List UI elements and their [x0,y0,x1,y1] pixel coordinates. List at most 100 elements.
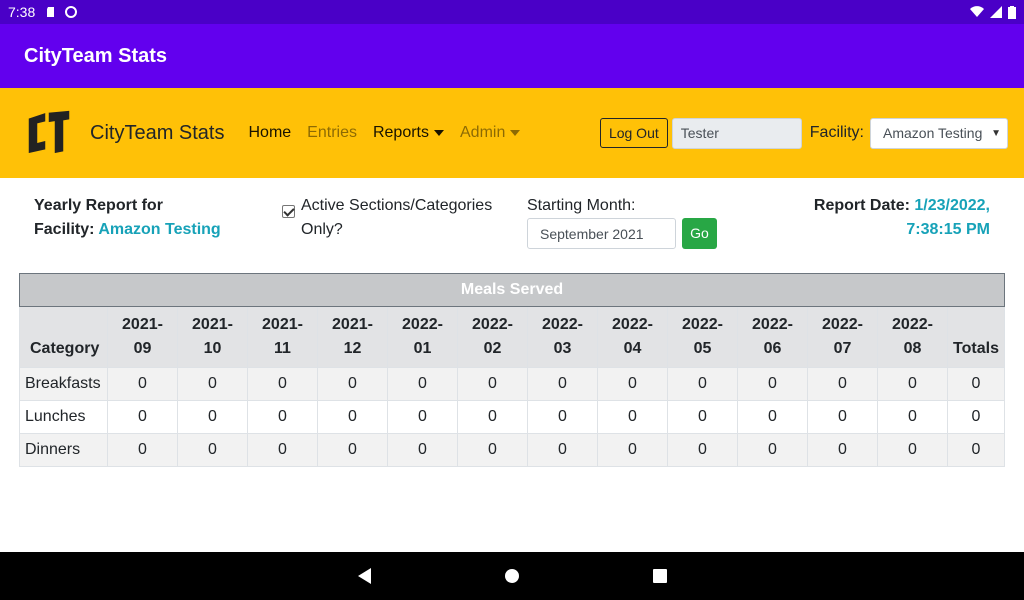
value-cell: 0 [667,367,738,401]
total-cell: 0 [947,433,1005,467]
value-cell: 0 [247,367,318,401]
active-only-checkbox[interactable] [282,205,295,218]
facility-label: Facility: [809,124,864,141]
active-only-label-line1: Active Sections/Categories [301,197,493,214]
value-cell: 0 [387,400,458,434]
back-icon[interactable] [357,568,371,584]
value-cell: 0 [317,400,388,434]
value-cell: 0 [527,433,598,467]
value-cell: 0 [387,367,458,401]
value-cell: 0 [877,400,948,434]
value-cell: 0 [667,433,738,467]
nav-entries-label: Entries [307,124,357,141]
caret-down-icon [510,130,521,136]
report-info: Yearly Report for Facility: Amazon Testi… [0,194,1024,264]
report-date-value: 1/23/2022, [914,197,990,214]
app-title: CityTeam Stats [24,44,168,67]
report-facility-label: Facility: [34,221,95,238]
value-cell: 0 [107,400,178,434]
home-icon[interactable] [504,569,519,583]
report-date-label: Report Date: [813,197,910,214]
value-cell: 0 [457,433,528,467]
value-cell: 0 [177,367,248,401]
value-cell: 0 [597,400,668,434]
value-cell: 0 [107,367,178,401]
value-cell: 0 [247,400,318,434]
report-date: Report Date: 1/23/2022, 7:38:15 PM [814,194,990,242]
value-cell: 0 [527,367,598,401]
report-title-line1: Yearly Report for [34,197,163,214]
nav-entries[interactable]: Entries [307,124,357,142]
sd-card-icon [47,7,55,17]
status-bar: 7:38 [0,0,1024,24]
table-row: Lunches 0 0 0 0 0 0 0 0 0 0 0 0 0 [19,400,1005,434]
month-header: 2022- 02 [457,306,528,368]
month-header: 2022- 01 [387,306,458,368]
value-cell: 0 [457,400,528,434]
nav-home[interactable]: Home [248,124,291,142]
starting-month-group: Starting Month: September 2021 Go [527,194,717,249]
site-navbar: CityTeam Stats Home Entries Reports Admi… [0,88,1024,178]
facility-select-value: Amazon Testing [883,124,983,141]
cityteam-logo[interactable] [24,108,74,158]
value-cell: 0 [807,400,878,434]
battery-icon [1008,5,1016,19]
value-cell: 0 [177,400,248,434]
sync-icon [65,6,78,18]
value-cell: 0 [877,367,948,401]
starting-month-label: Starting Month: [527,197,636,214]
month-header: 2021- 10 [177,306,248,368]
signal-icon [990,6,1002,18]
system-nav-bar [0,552,1024,600]
total-cell: 0 [947,400,1005,434]
go-button[interactable]: Go [682,218,717,249]
recents-icon[interactable] [652,569,667,583]
facility-select[interactable]: Amazon Testing ▼ [870,117,1008,149]
totals-header: Totals [947,306,1005,368]
value-cell: 0 [597,433,668,467]
table-caption: Meals Served [19,273,1005,307]
value-cell: 0 [807,367,878,401]
wifi-icon [970,6,984,18]
month-header: 2022- 05 [667,306,738,368]
category-cell: Dinners [19,433,108,467]
nav-home-label: Home [248,124,292,141]
value-cell: 0 [387,433,458,467]
category-header: Category [19,306,108,368]
month-header: 2022- 04 [597,306,668,368]
nav-reports-label: Reports [372,124,429,141]
active-only-label-line2: Only? [301,221,343,238]
nav-admin-dropdown[interactable]: Admin [460,124,521,142]
value-cell: 0 [877,433,948,467]
report-title: Yearly Report for Facility: Amazon Testi… [34,194,221,242]
brand-name[interactable]: CityTeam Stats [90,122,224,145]
logout-button[interactable]: Log Out [599,118,668,148]
month-header: 2021- 11 [247,306,318,368]
report-time-value: 7:38:15 PM [906,221,990,238]
table-row: Dinners 0 0 0 0 0 0 0 0 0 0 0 0 0 [19,433,1005,467]
caret-down-icon [434,130,444,136]
app-bar: CityTeam Stats [0,24,1024,88]
username-field[interactable] [671,117,802,149]
value-cell: 0 [737,400,808,434]
report-facility-name: Amazon Testing [98,221,221,238]
nav-reports-dropdown[interactable]: Reports [373,124,444,142]
value-cell: 0 [107,433,178,467]
table-row: Breakfasts 0 0 0 0 0 0 0 0 0 0 0 0 0 [19,367,1005,401]
month-header: 2021- 09 [107,306,178,368]
month-header: 2022- 03 [527,306,598,368]
active-only-option[interactable]: Active Sections/Categories Only? [282,194,492,242]
value-cell: 0 [247,433,318,467]
value-cell: 0 [737,367,808,401]
month-header: 2021- 12 [317,306,388,368]
starting-month-input[interactable]: September 2021 [527,218,676,249]
value-cell: 0 [597,367,668,401]
value-cell: 0 [177,433,248,467]
chevron-down-icon: ▼ [991,127,1001,139]
month-header: 2022- 08 [877,306,948,368]
month-header: 2022- 06 [737,306,808,368]
category-cell: Lunches [19,400,108,434]
category-cell: Breakfasts [19,367,108,401]
nav-admin-label: Admin [460,124,506,141]
value-cell: 0 [807,433,878,467]
